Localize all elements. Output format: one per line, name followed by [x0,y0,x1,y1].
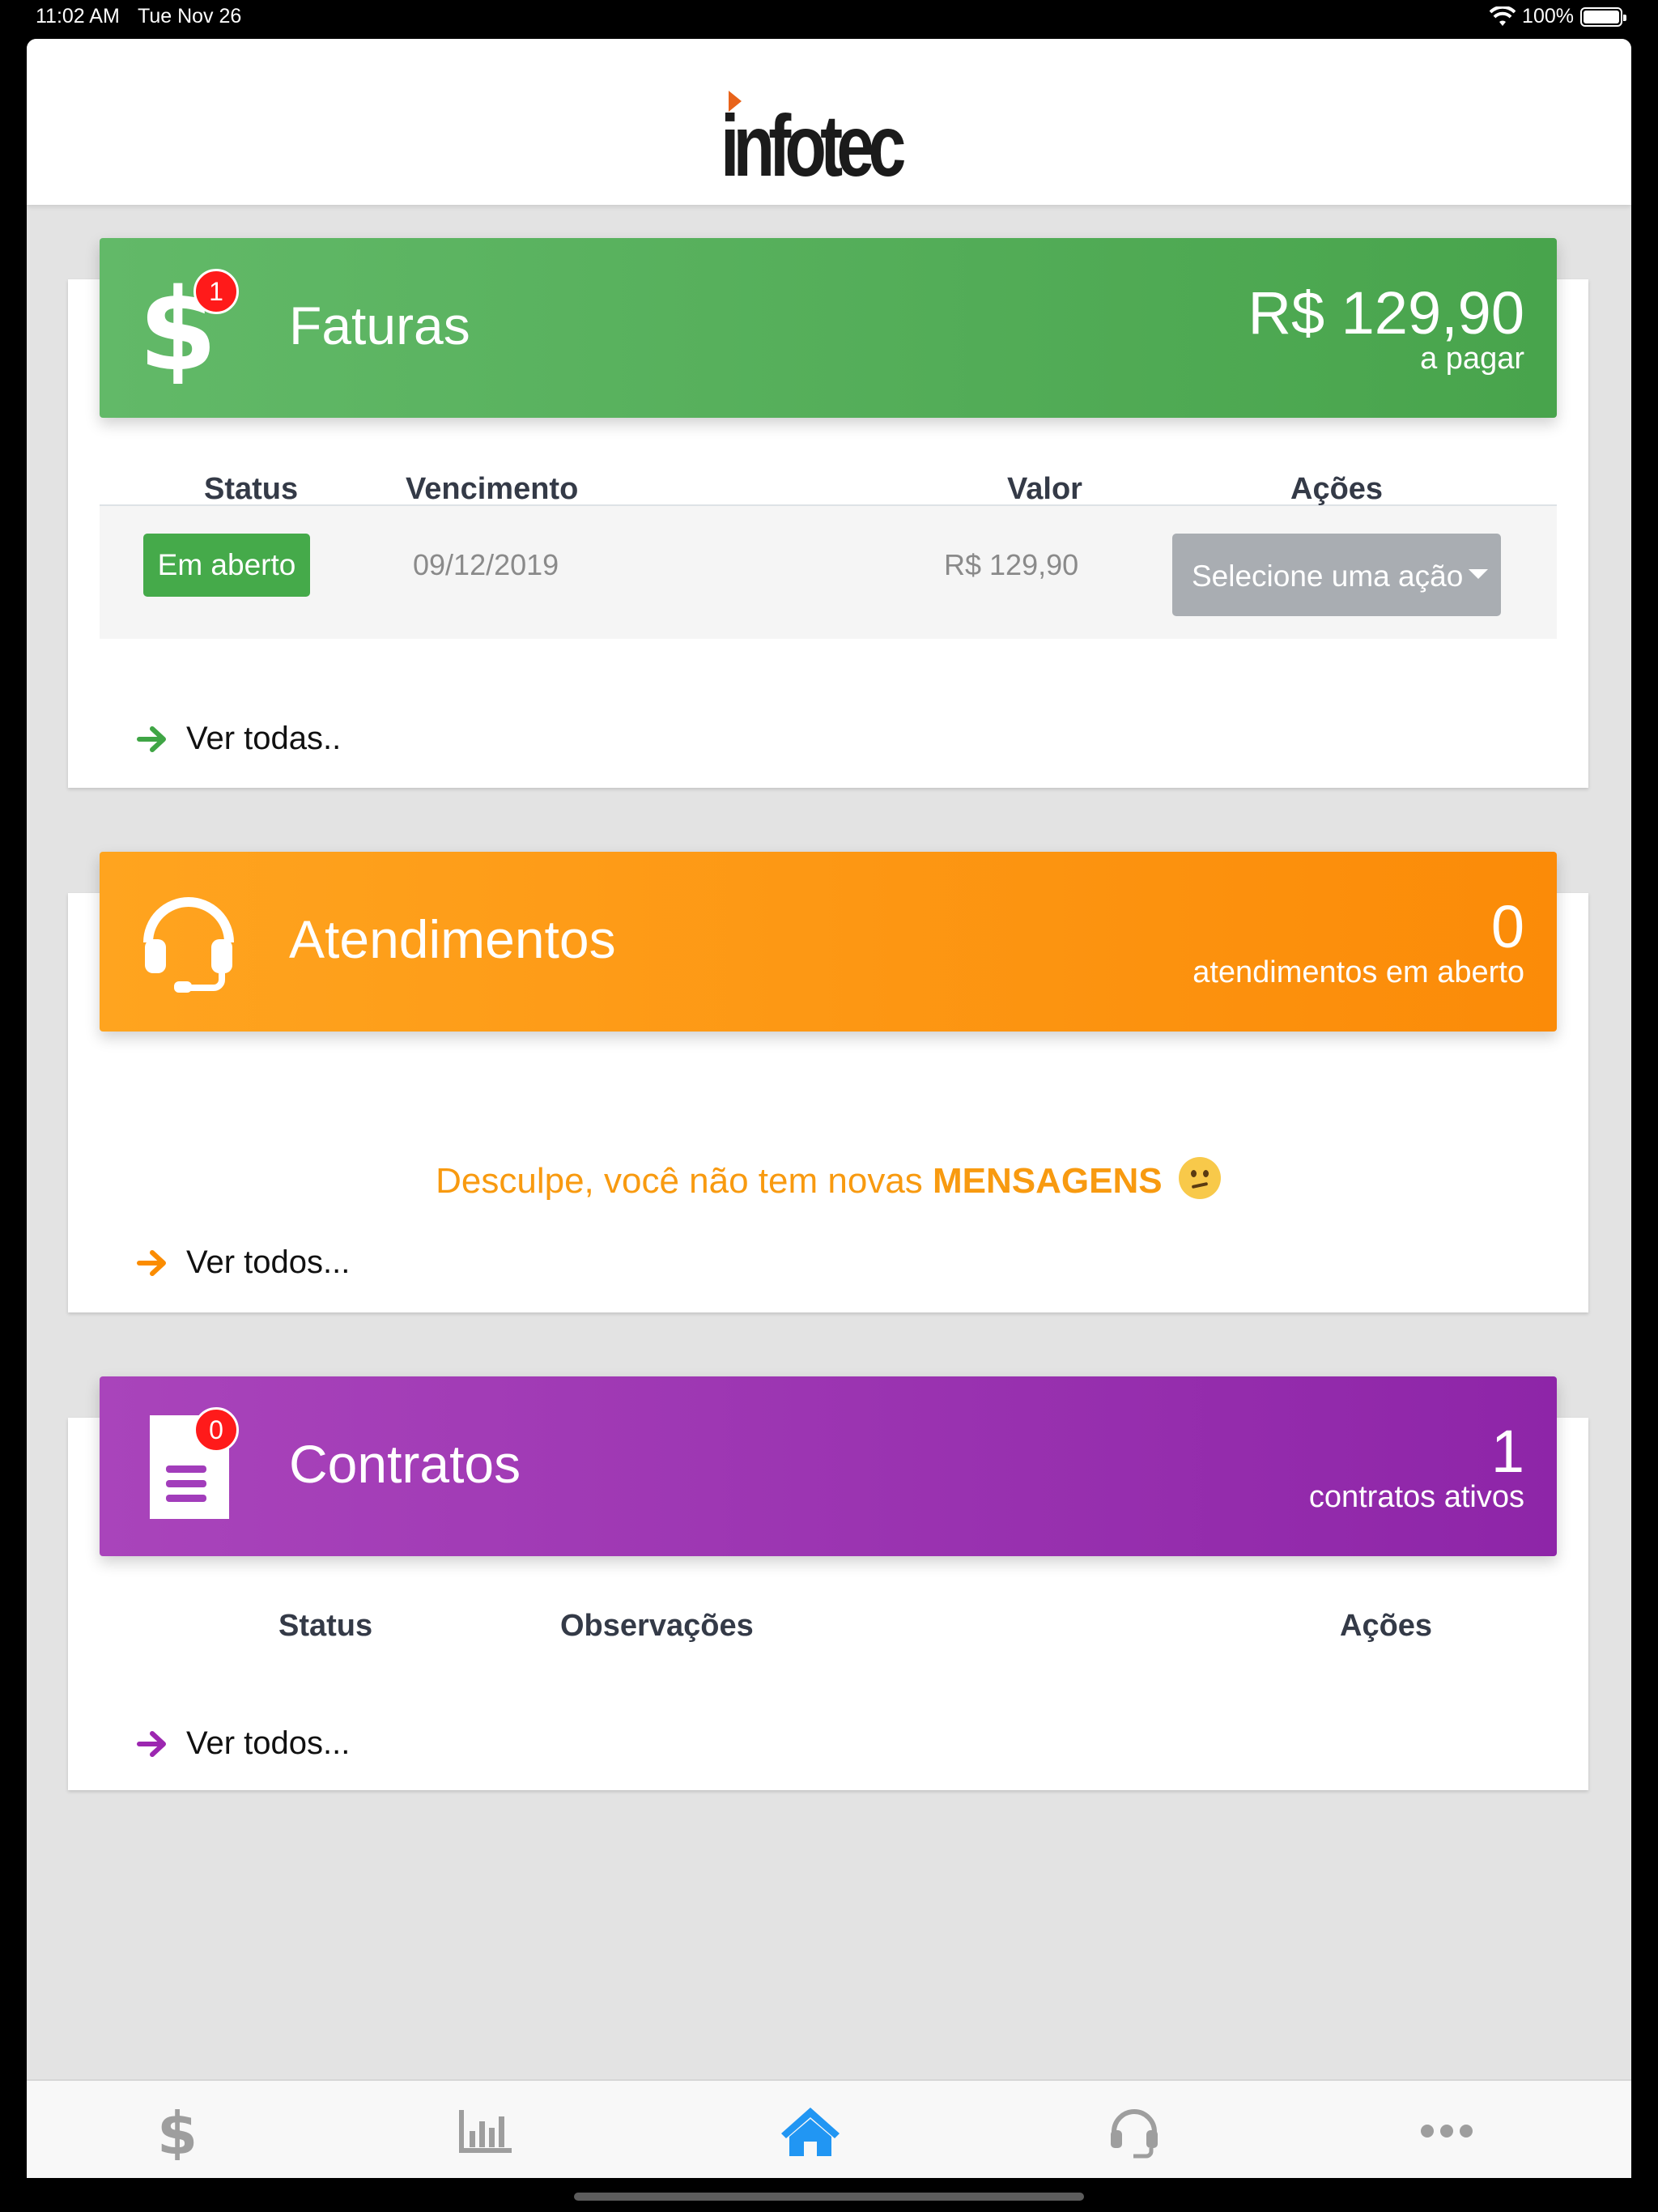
arrow-right-icon [137,725,166,752]
app-screen: infotec Status Vencimento Valor Ações Em… [27,39,1631,2178]
faturas-amount-label: a pagar [1420,342,1524,376]
no-messages-highlight: MENSAGENS [933,1161,1163,1201]
invoice-action-placeholder: Selecione uma ação [1192,559,1464,593]
invoice-due-date: 09/12/2019 [413,548,559,581]
svg-text:$: $ [157,2102,198,2160]
no-messages-text: Desculpe, você não tem novas MENSAGENS [68,1157,1588,1202]
status-right: 100% [1490,5,1626,28]
bottom-tab-bar: $ [27,2079,1631,2178]
contratos-banner[interactable]: 0 Contratos 1 contratos ativos [100,1376,1557,1556]
atendimentos-see-all-label: Ver todos... [186,1244,351,1280]
battery-icon [1580,6,1626,27]
invoice-status-badge[interactable]: Em aberto [143,534,310,597]
more-icon [1421,2125,1473,2138]
status-time: 11:02 AM [36,5,120,28]
headset-icon [1111,2109,1158,2159]
home-icon [781,2108,840,2156]
atendimentos-banner[interactable]: Atendimentos 0 atendimentos em aberto [100,852,1557,1032]
contratos-see-all-link[interactable]: Ver todos... [136,1725,350,1762]
tab-home[interactable] [778,2100,843,2162]
faturas-header-value: Valor [1007,472,1082,506]
contratos-header-notes: Observações [560,1609,754,1643]
tab-faturas[interactable]: $ [142,2100,207,2162]
contratos-count-label: contratos ativos [1308,1480,1524,1514]
contratos-count: 1 [1490,1418,1524,1485]
bar-chart-icon [459,2110,512,2153]
faturas-see-all-label: Ver todas.. [186,721,342,756]
tab-more[interactable] [1414,2100,1479,2162]
faturas-header-actions: Ações [1290,472,1384,506]
no-messages-prefix: Desculpe, você não tem novas [436,1161,923,1201]
atendimentos-see-all-link[interactable]: Ver todos... [136,1244,350,1281]
arrow-right-icon [137,1730,166,1757]
logo-text: infotec [721,96,906,194]
headset-icon [143,897,234,993]
tab-consumo[interactable] [454,2100,519,2162]
faturas-banner[interactable]: $ 1 Faturas R$ 129,90 a pagar [100,238,1557,418]
infotec-logo: infotec [721,91,947,194]
faturas-see-all-link[interactable]: Ver todas.. [136,721,341,757]
status-date: Tue Nov 26 [138,5,242,28]
contratos-notification-badge: 0 [193,1407,239,1453]
invoice-action-select[interactable]: Selecione uma ação [1172,534,1501,616]
chevron-down-icon [1469,569,1488,579]
tab-atendimentos[interactable] [1102,2100,1167,2162]
contratos-see-all-label: Ver todos... [186,1725,351,1761]
contratos-header-actions: Ações [1340,1609,1433,1643]
faturas-notification-badge: 1 [193,269,239,314]
dollar-icon: $ [157,2102,198,2160]
contratos-header-status: Status [278,1609,373,1643]
faturas-amount: R$ 129,90 [1248,279,1525,347]
home-indicator[interactable] [574,2193,1084,2201]
atendimentos-count-label: atendimentos em aberto [1192,955,1524,989]
faturas-header-due: Vencimento [406,472,579,506]
atendimentos-title: Atendimentos [289,909,616,969]
faturas-header-status: Status [204,472,299,506]
atendimentos-count: 0 [1490,893,1524,960]
wifi-icon [1490,6,1516,26]
faturas-title: Faturas [289,296,470,355]
app-header: infotec [27,39,1631,205]
invoice-value: R$ 129,90 [944,548,1079,581]
status-bar: 11:02 AM Tue Nov 26 100% [0,0,1658,39]
contratos-title: Contratos [289,1434,521,1494]
battery-percent: 100% [1522,5,1574,28]
confused-face-icon [1178,1157,1221,1199]
arrow-right-icon [137,1249,166,1276]
